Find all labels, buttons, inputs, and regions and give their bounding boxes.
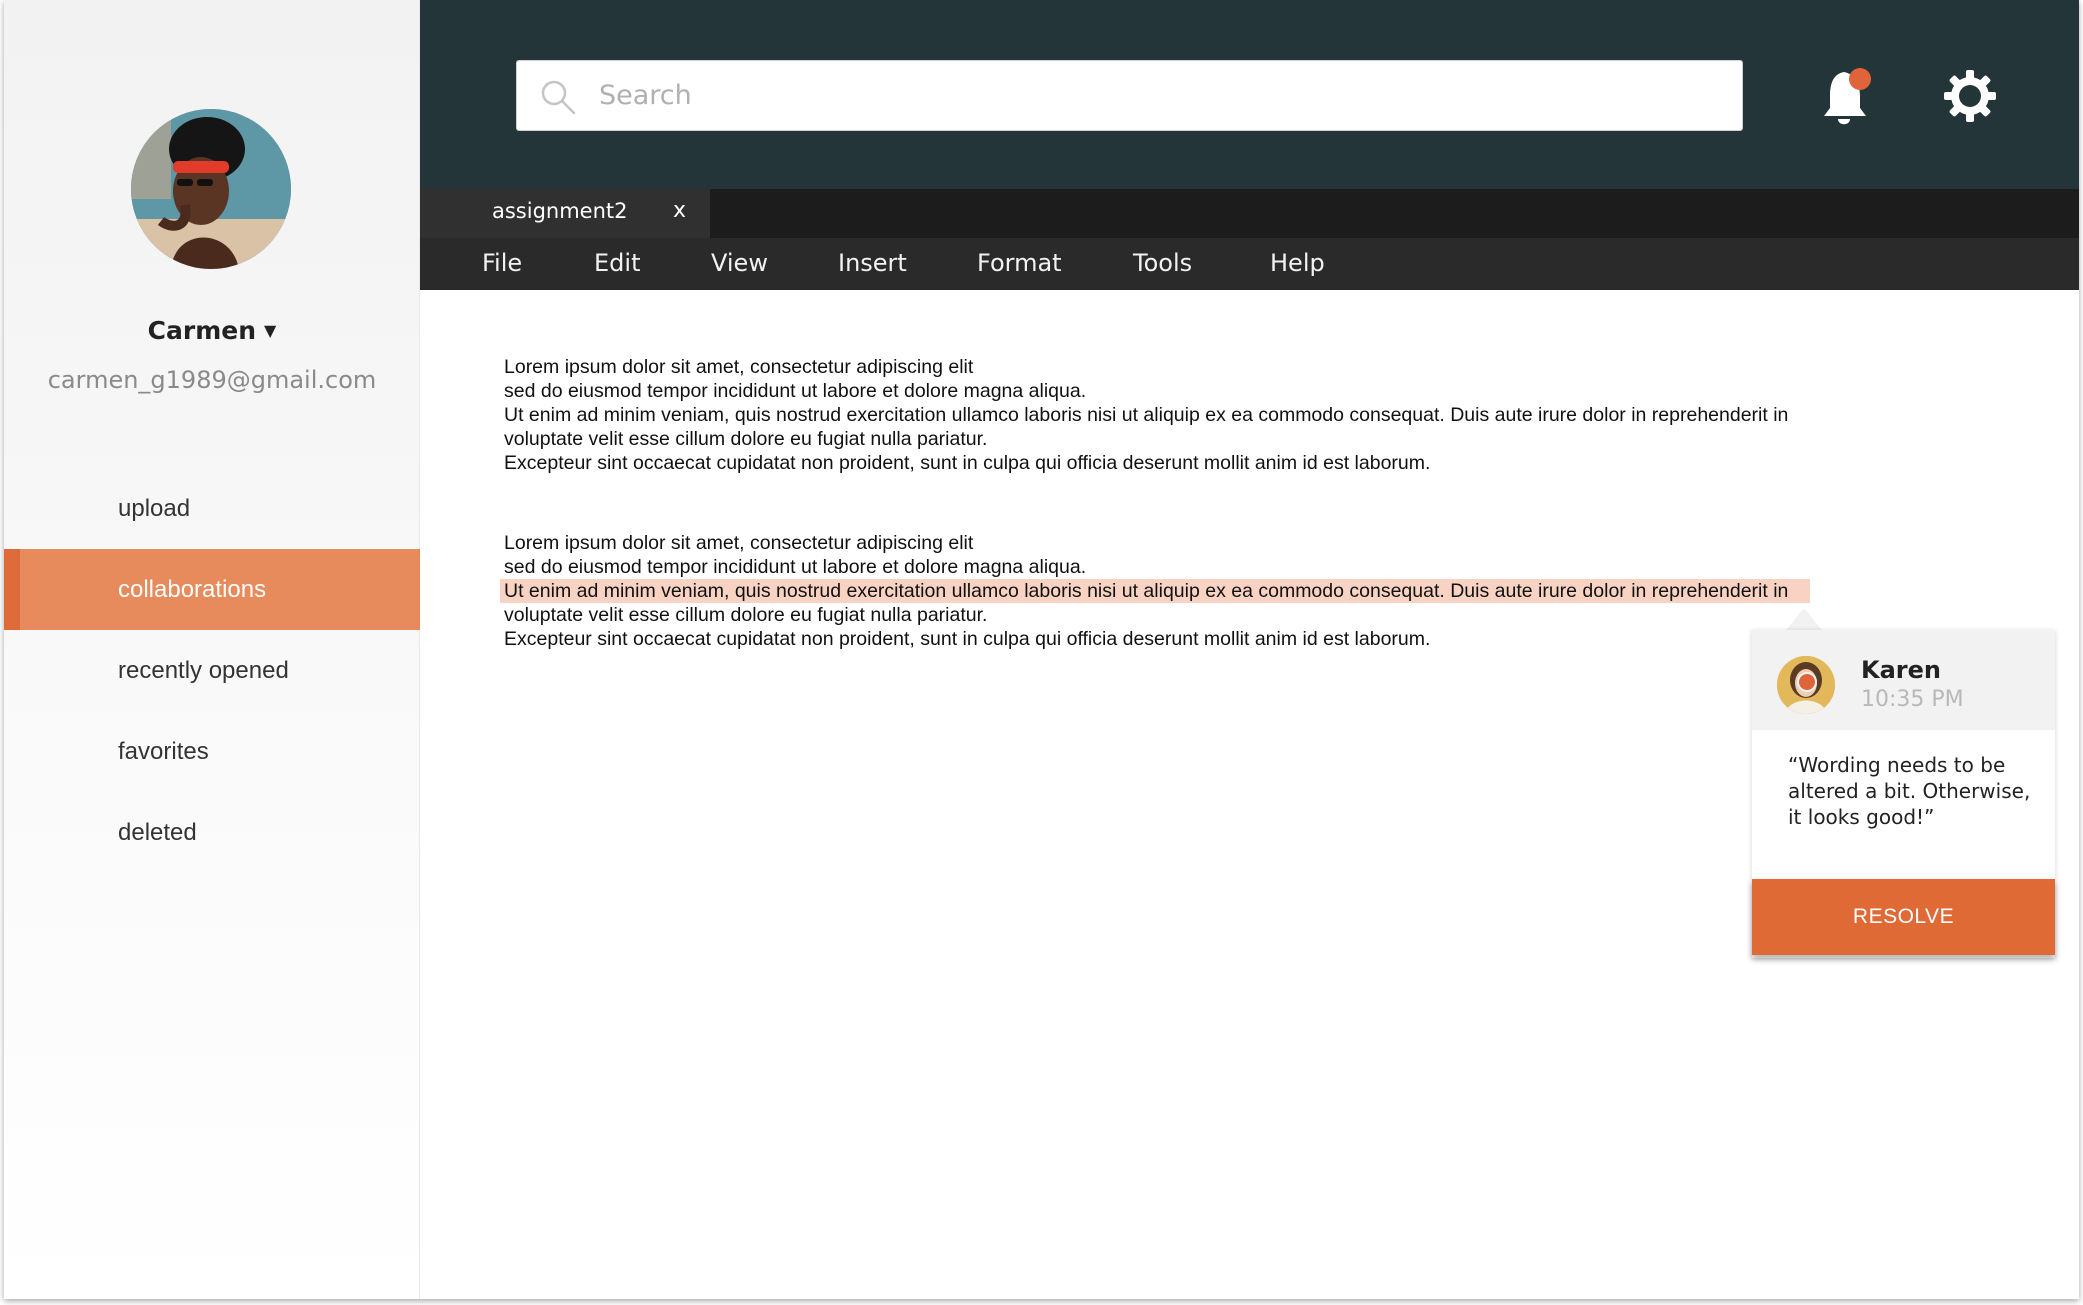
- sidebar-nav: upload collaborations recently opened fa…: [4, 468, 420, 873]
- tab-assignment2[interactable]: assignment2 x: [420, 189, 710, 238]
- tab-label: assignment2: [492, 199, 628, 223]
- menu-edit[interactable]: Edit: [594, 249, 640, 277]
- avatar[interactable]: [131, 109, 291, 269]
- text-line: sed do eiusmod tempor incididunt ut labo…: [504, 556, 1087, 578]
- search-box[interactable]: [516, 60, 1743, 131]
- text-line: voluptate velit esse cillum dolore eu fu…: [504, 428, 988, 450]
- avatar-image: [131, 109, 291, 269]
- bell-icon[interactable]: [1820, 66, 1876, 130]
- sidebar-item-deleted[interactable]: deleted: [4, 792, 420, 873]
- user-name: Carmen: [147, 316, 257, 345]
- sidebar: Carmen ▼ carmen_g1989@gmail.com upload co…: [4, 0, 420, 1299]
- text-line: sed do eiusmod tempor incididunt ut labo…: [504, 380, 1087, 402]
- sidebar-item-favorites[interactable]: favorites: [4, 711, 420, 792]
- comment-text: “Wording needs to be altered a bit. Othe…: [1788, 753, 2031, 829]
- text-line: Lorem ipsum dolor sit amet, consectetur …: [504, 356, 974, 378]
- highlighted-text-line[interactable]: Ut enim ad minim veniam, quis nostrud ex…: [500, 579, 1811, 603]
- caret-down-icon: ▼: [264, 321, 277, 340]
- comment-author: Karen: [1861, 656, 1941, 684]
- sidebar-item-collaborations[interactable]: collaborations: [4, 549, 420, 630]
- resolve-button[interactable]: RESOLVE: [1752, 879, 2055, 955]
- user-email: carmen_g1989@gmail.com: [47, 366, 377, 394]
- menu-insert[interactable]: Insert: [838, 249, 907, 277]
- search-icon: [541, 80, 576, 115]
- menu-format[interactable]: Format: [977, 249, 1062, 277]
- paragraph: Lorem ipsum dolor sit amet, consectetur …: [500, 531, 1904, 651]
- comment-header: Karen 10:35 PM: [1752, 630, 2055, 730]
- comment-pointer: [1786, 608, 1822, 630]
- menu-tools[interactable]: Tools: [1133, 249, 1192, 277]
- online-status-dot: [1797, 672, 1817, 692]
- menu-file[interactable]: File: [482, 249, 522, 277]
- paragraph: Lorem ipsum dolor sit amet, consectetur …: [504, 355, 1904, 475]
- comment-time: 10:35 PM: [1861, 687, 1964, 712]
- sidebar-item-upload[interactable]: upload: [4, 468, 420, 549]
- app-window: Carmen ▼ carmen_g1989@gmail.com upload co…: [4, 0, 2079, 1299]
- search-input[interactable]: [599, 61, 1719, 130]
- top-bar: [420, 0, 2079, 189]
- text-line: Lorem ipsum dolor sit amet, consectetur …: [504, 532, 974, 554]
- text-line: Ut enim ad minim veniam, quis nostrud ex…: [504, 404, 1789, 426]
- document-body[interactable]: Lorem ipsum dolor sit amet, consectetur …: [500, 355, 1904, 707]
- sidebar-item-recently-opened[interactable]: recently opened: [4, 630, 420, 711]
- text-line: Excepteur sint occaecat cupidatat non pr…: [504, 452, 1431, 474]
- menu-bar: File Edit View Insert Format Tools Help: [420, 238, 2079, 290]
- text-line: Excepteur sint occaecat cupidatat non pr…: [504, 628, 1431, 650]
- comment-card: Karen 10:35 PM “Wording needs to be alte…: [1752, 630, 2055, 958]
- menu-view[interactable]: View: [711, 249, 768, 277]
- menu-help[interactable]: Help: [1270, 249, 1325, 277]
- gear-icon[interactable]: [1940, 66, 2000, 126]
- tab-close-button[interactable]: x: [673, 198, 686, 223]
- notification-dot: [1849, 68, 1871, 90]
- tab-bar: assignment2 x: [420, 189, 2079, 238]
- text-line: voluptate velit esse cillum dolore eu fu…: [504, 604, 988, 626]
- user-name-toggle[interactable]: Carmen ▼: [4, 316, 420, 345]
